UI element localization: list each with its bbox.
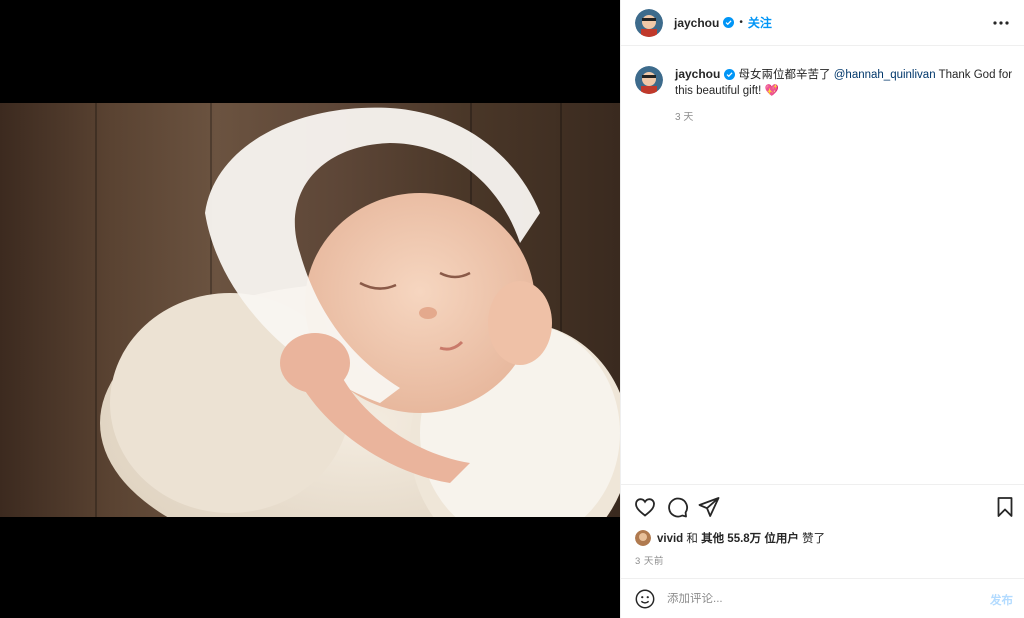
bookmark-icon[interactable]	[993, 495, 1017, 519]
caption-body: jaychou 母女兩位都辛苦了 @hannah_quinlivan Thank…	[675, 66, 1015, 126]
post-photo[interactable]	[0, 103, 620, 517]
likes-others-link[interactable]: 其他 55.8万 位用户	[701, 533, 799, 545]
more-options-icon[interactable]	[991, 13, 1011, 33]
likes-suffix: 赞了	[798, 533, 826, 545]
baby-illustration	[100, 107, 620, 517]
post-timestamp[interactable]: 3 天前	[635, 553, 664, 567]
share-icon[interactable]	[697, 495, 721, 519]
liker-avatar[interactable]	[635, 530, 651, 546]
action-bar	[621, 484, 1024, 528]
avatar[interactable]	[635, 8, 663, 37]
likes-and: 和	[683, 533, 702, 545]
follow-button[interactable]: 关注	[748, 14, 772, 31]
avatar[interactable]	[635, 66, 663, 94]
emoji-icon[interactable]	[634, 588, 656, 610]
caption-text: 母女兩位都辛苦了	[735, 69, 834, 81]
comment-bar: 发布	[621, 578, 1024, 618]
post-comment-button[interactable]: 发布	[990, 592, 1013, 608]
post-header: jaychou • 关注	[621, 0, 1024, 46]
caption-time[interactable]: 3 天	[675, 110, 1015, 126]
heart-icon[interactable]	[633, 495, 657, 519]
heart-emoji: 💖	[764, 85, 779, 97]
comment-icon[interactable]	[665, 495, 689, 519]
liker-username[interactable]: vivid	[657, 533, 683, 545]
verified-badge-icon	[724, 69, 736, 81]
comment-input[interactable]	[667, 592, 967, 605]
post-side-panel: jaychou • 关注 jaychou 母女兩位都辛苦了 @hannah_qu…	[620, 0, 1024, 618]
caption-username[interactable]: jaychou	[675, 67, 720, 81]
caption-mention[interactable]: @hannah_quinlivan	[834, 69, 936, 81]
post-caption: jaychou 母女兩位都辛苦了 @hannah_quinlivan Thank…	[635, 66, 1015, 126]
verified-badge-icon	[723, 17, 735, 28]
likes-summary: vivid 和 其他 55.8万 位用户 赞了	[635, 530, 825, 546]
header-username[interactable]: jaychou	[674, 16, 719, 30]
separator-dot: •	[739, 17, 743, 28]
post-media[interactable]	[0, 0, 620, 618]
